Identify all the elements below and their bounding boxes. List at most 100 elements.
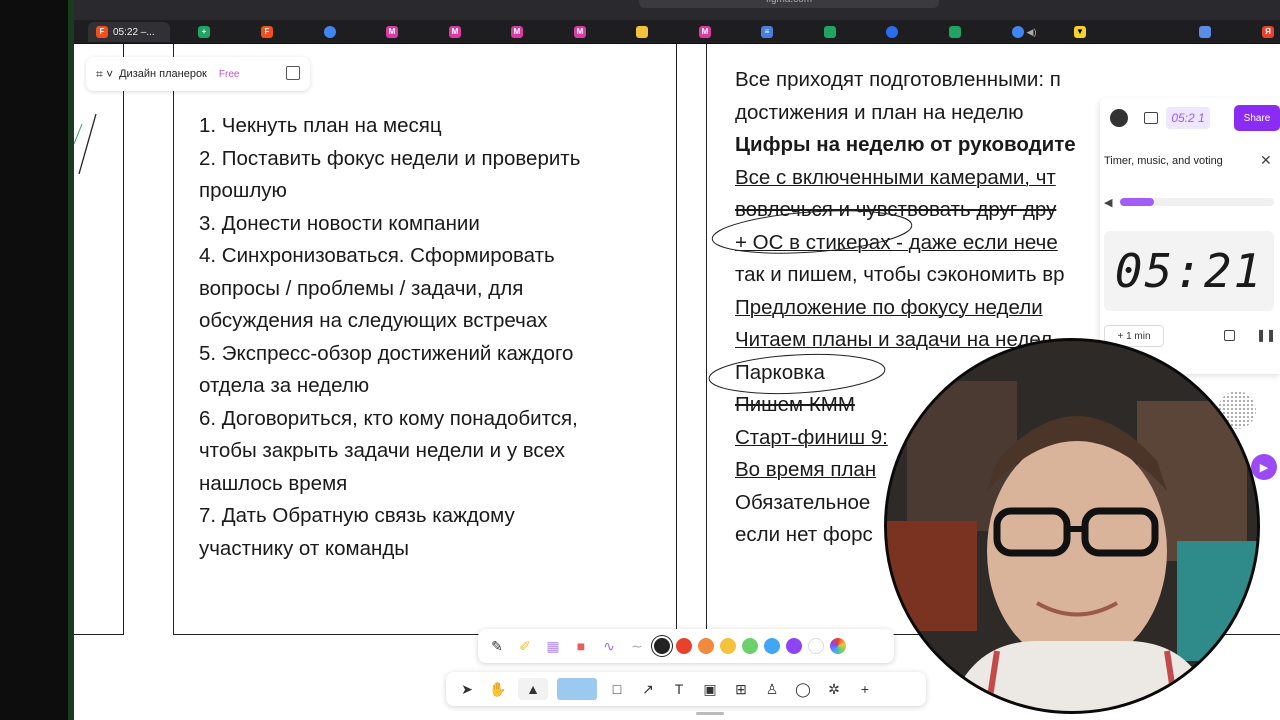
yandex-icon: Я — [1262, 26, 1274, 38]
webcam-overlay — [884, 338, 1260, 714]
agenda-line: 7. Дать Обратную связь каждому — [199, 504, 515, 527]
agenda-line: чтобы закрыть задачи недели и у всех — [199, 439, 565, 462]
tab-miro-4[interactable]: M — [570, 22, 590, 42]
tab-window[interactable] — [1195, 22, 1215, 42]
speaker-icon: ◀) — [1026, 26, 1037, 37]
volume-fill — [1120, 198, 1155, 206]
avatar[interactable] — [1110, 109, 1128, 127]
file-menu-bar: ⌗ ˅ Дизайн планерок Free — [86, 57, 310, 91]
tab-audio[interactable]: ◀) — [1007, 22, 1041, 42]
figma-icon: F — [96, 26, 108, 38]
miro-icon: M — [449, 26, 461, 38]
volume-slider[interactable]: ◀ — [1104, 196, 1274, 209]
tab-miro-5[interactable]: M — [695, 22, 715, 42]
window-chrome: figma.com — [74, 0, 1280, 20]
shape-icon[interactable]: □ — [606, 678, 628, 700]
agenda-line: нашлось время — [199, 471, 348, 495]
timer-display: 05:21 — [1104, 231, 1274, 311]
duplicate-icon[interactable] — [286, 66, 300, 80]
volume-icon: ◀ — [1104, 196, 1113, 209]
comment-icon[interactable]: ◯ — [792, 678, 814, 700]
tab-notes[interactable] — [632, 22, 652, 42]
highlighter-icon[interactable]: ✐ — [514, 635, 536, 657]
notes-icon — [636, 26, 648, 38]
figma-menu-icon[interactable]: ⌗ ˅ — [96, 67, 113, 82]
pause-icon[interactable]: ❚❚ — [1256, 328, 1276, 342]
scrollbar[interactable] — [696, 712, 724, 715]
close-icon[interactable]: ✕ — [1260, 152, 1272, 169]
share-button[interactable]: Share — [1234, 105, 1280, 131]
handwritten-circle-parking — [708, 353, 886, 395]
tab-miro-1[interactable]: M — [382, 22, 402, 42]
sticky-notes-icon[interactable] — [557, 678, 597, 700]
connector-icon[interactable]: ↗ — [637, 678, 659, 700]
agenda-line: 3. Донести новости компании — [199, 211, 480, 235]
washi-icon[interactable]: ▦ — [542, 635, 564, 657]
widget-icon[interactable]: ✲ — [823, 678, 845, 700]
eraser-icon[interactable]: ■ — [570, 635, 592, 657]
add-icon[interactable]: + — [854, 678, 876, 700]
lasso-icon[interactable]: ∼ — [626, 635, 648, 657]
tab-bar: F 05:22 –... + F M M M M M ≡ ◀) ▼ Я — [74, 20, 1280, 44]
color-toolbar: ✎ ✐ ▦ ■ ∿ ∼ — [478, 629, 894, 663]
agenda-line: 2. Поставить фокус недели и проверить — [199, 146, 581, 170]
agenda-line: 5. Экспресс-обзор достижений каждого — [199, 341, 574, 365]
miro-icon: M — [511, 26, 523, 38]
marker-icon[interactable]: ▲ — [518, 678, 548, 700]
tab-sheets-3[interactable] — [945, 22, 965, 42]
tab-active[interactable]: F 05:22 –... — [88, 22, 170, 42]
agenda-line: вопросы / проблемы / задачи, для — [199, 276, 524, 300]
tab-bee[interactable]: ▼ — [1070, 22, 1090, 42]
tab-chrome[interactable] — [320, 22, 340, 42]
sheets-icon — [949, 26, 961, 38]
color-swatch-white[interactable] — [808, 638, 824, 654]
color-swatch-red[interactable] — [676, 638, 692, 654]
pointer-icon[interactable]: ➤ — [456, 678, 478, 700]
tab-miro-3[interactable]: M — [507, 22, 527, 42]
agenda-line: отдела за неделю — [199, 374, 370, 397]
tab-docs[interactable]: ≡ — [757, 22, 777, 42]
text-icon[interactable]: T — [668, 678, 690, 700]
stamp-icon[interactable]: ♙ — [761, 678, 783, 700]
tab-miro-2[interactable]: M — [445, 22, 465, 42]
tab-yandex[interactable]: Я — [1258, 22, 1278, 42]
frame-left-partial[interactable] — [74, 44, 124, 635]
volume-track[interactable] — [1120, 198, 1274, 206]
color-swatch-purple[interactable] — [786, 638, 802, 654]
file-name[interactable]: Дизайн планерок — [119, 68, 207, 80]
tab-figma[interactable]: F — [257, 22, 277, 42]
hand-icon[interactable]: ✋ — [487, 678, 509, 700]
tab-pen[interactable] — [882, 22, 902, 42]
agenda-line: прошлую — [199, 179, 287, 202]
bee-icon: ▼ — [1074, 26, 1086, 38]
webcam-person — [887, 341, 1257, 711]
agenda-line: обсуждения на следующих встречах — [199, 309, 548, 332]
stop-icon[interactable] — [1224, 330, 1235, 341]
handwritten-circle — [711, 210, 913, 254]
main-toolbar: ➤ ✋ ▲ □ ↗ T ▣ ⊞ ♙ ◯ ✲ + — [446, 672, 926, 706]
section-icon[interactable]: ▣ — [699, 678, 721, 700]
layout-icon[interactable] — [1144, 112, 1158, 124]
play-button[interactable]: ▶ — [1251, 454, 1277, 480]
tab-sheets-2[interactable] — [820, 22, 840, 42]
color-swatch-yellow[interactable] — [720, 638, 736, 654]
color-swatch-blue[interactable] — [764, 638, 780, 654]
color-swatch-green[interactable] — [742, 638, 758, 654]
miro-icon: M — [386, 26, 398, 38]
color-swatch-orange[interactable] — [698, 638, 714, 654]
pen-tool-icon[interactable]: ✎ — [486, 635, 508, 657]
color-picker-icon[interactable] — [830, 638, 846, 654]
pen-stroke — [74, 113, 97, 175]
squiggle-icon[interactable]: ∿ — [598, 635, 620, 657]
header-right: 05:2 1 Share — [1100, 102, 1280, 134]
agenda-line: 4. Синхронизоваться. Сформировать — [199, 244, 555, 267]
docs-icon: ≡ — [761, 26, 773, 38]
agenda-line: участнику от команды — [199, 536, 410, 560]
color-swatch-black[interactable] — [654, 638, 670, 654]
sheets-icon: + — [198, 26, 210, 38]
tab-sheets[interactable]: + — [194, 22, 214, 42]
address-bar[interactable]: figma.com — [639, 0, 939, 8]
timer-chip[interactable]: 05:2 1 — [1166, 107, 1210, 129]
table-icon[interactable]: ⊞ — [730, 678, 752, 700]
agenda-text[interactable]: 1. Чекнуть план на месяц 2. Поставить фо… — [199, 110, 669, 565]
